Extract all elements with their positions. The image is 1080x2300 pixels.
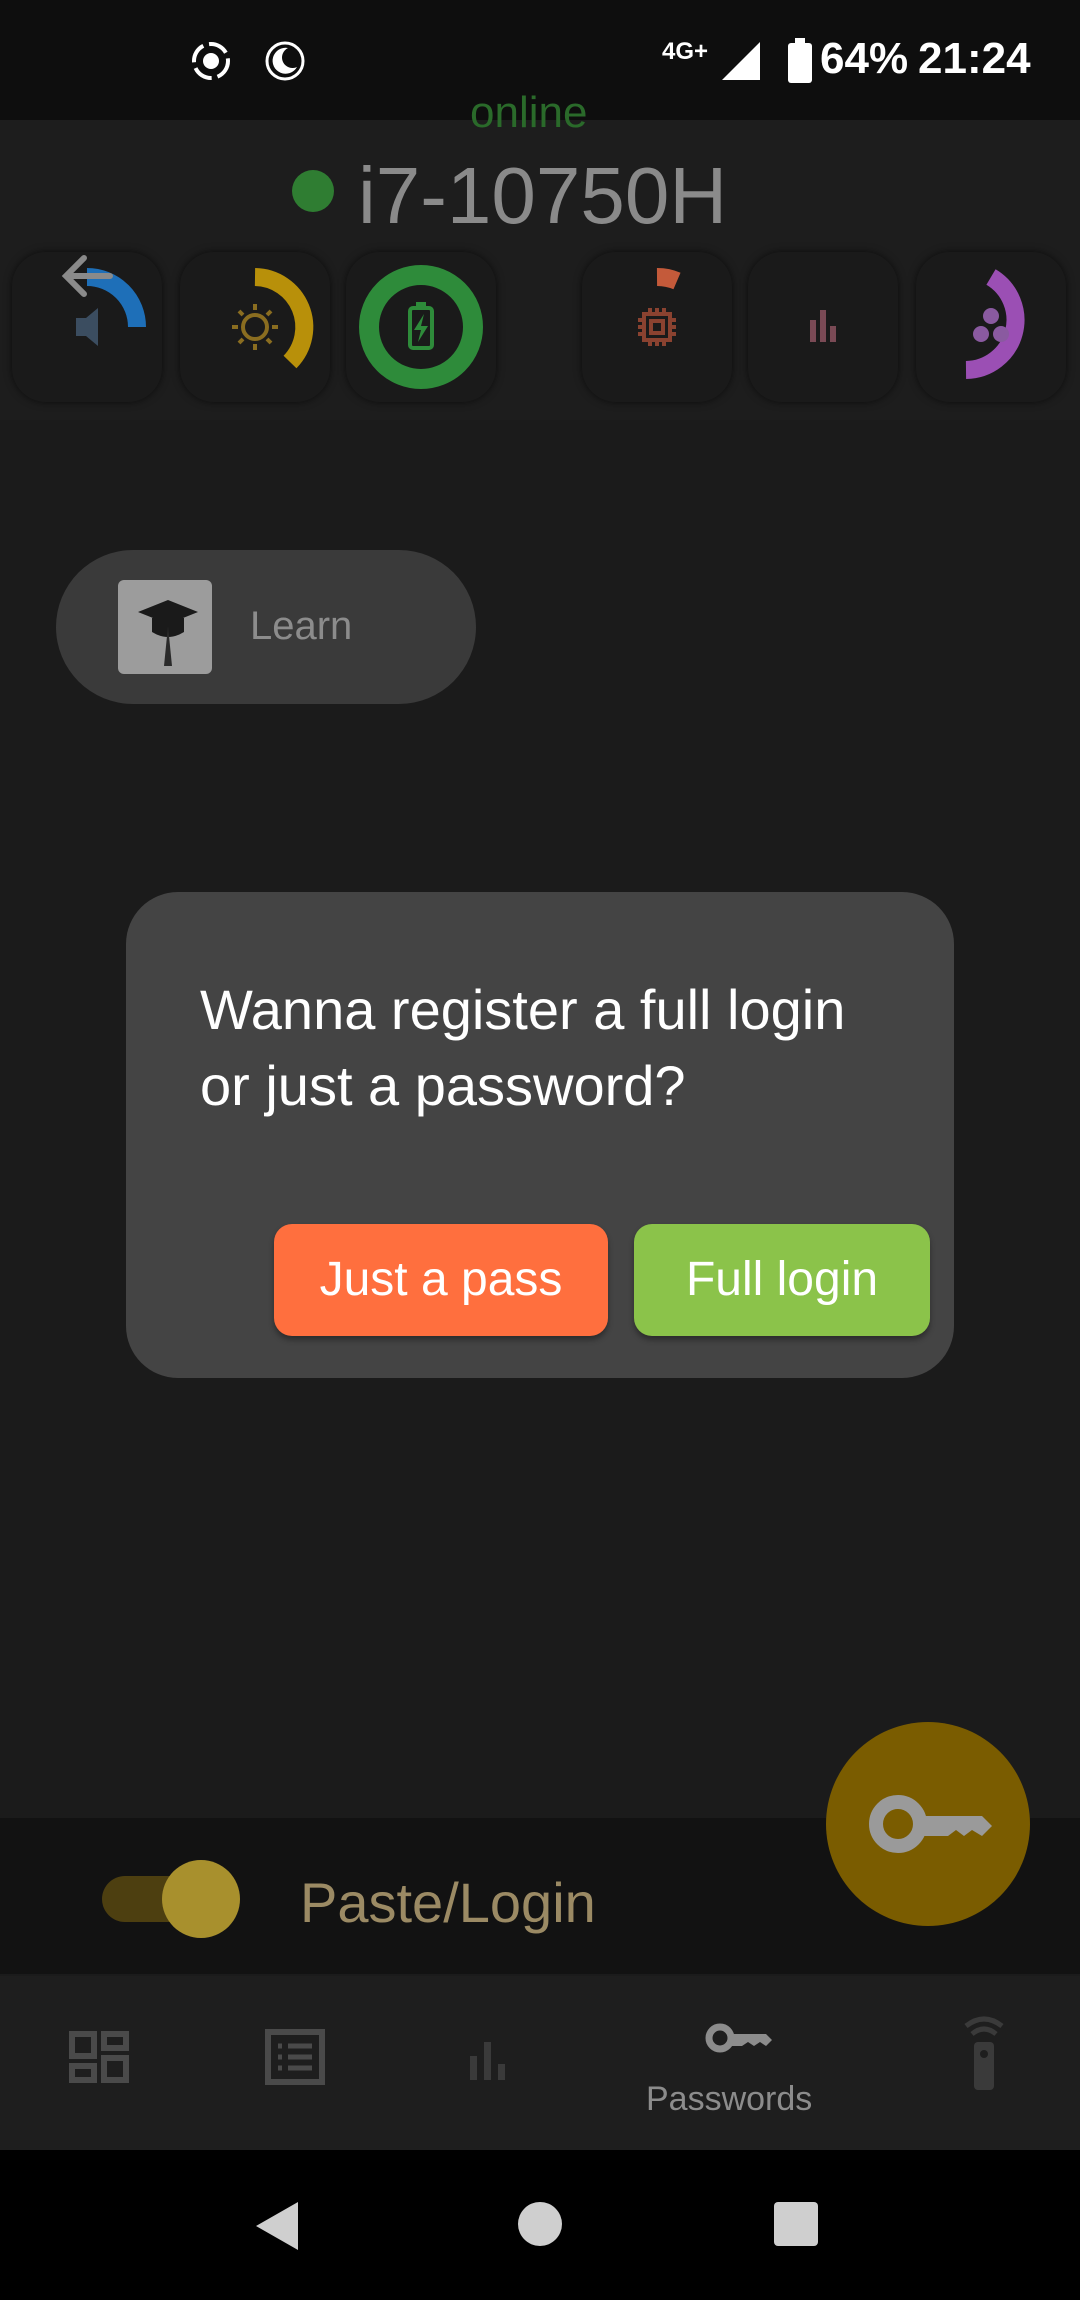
brightness-gauge[interactable] [180,252,330,402]
graduation-cap-icon [118,580,212,674]
full-login-button[interactable]: Full login [634,1224,930,1336]
just-a-pass-button[interactable]: Just a pass [274,1224,608,1336]
app-header: online i7-10750H [0,88,1080,420]
screen-record-icon [192,42,230,80]
dashboard-icon [69,2031,129,2083]
nav-passwords-label: Passwords [646,2080,813,2118]
dialog-message: Wanna register a full login or just a pa… [200,978,846,1117]
key-icon [869,1795,992,1853]
stats-gauge[interactable] [748,252,898,402]
learn-button[interactable]: Learn [56,550,476,704]
connection-status: online [470,88,588,137]
system-navigation-bar [0,2150,1080,2300]
add-password-fab[interactable] [826,1722,1030,1926]
back-triangle-icon[interactable] [252,2200,302,2252]
learn-label: Learn [250,604,353,648]
battery-charging-icon [408,302,434,350]
bar-chart-icon [810,310,836,342]
register-dialog: Wanna register a full login or just a pa… [126,892,954,1378]
cpu-gauge[interactable] [582,252,732,402]
battery-gauge[interactable] [346,252,496,402]
online-indicator [292,170,334,212]
battery-icon [788,38,812,83]
back-arrow-icon[interactable] [58,246,118,306]
network-type: 4G+ [662,38,709,65]
remote-icon [964,2016,1004,2090]
cpu-chip-icon [638,308,676,346]
nav-list[interactable] [236,1976,356,2150]
clock: 21:24 [918,34,1031,83]
bar-chart-icon [470,2042,505,2080]
home-circle-icon[interactable] [516,2200,564,2248]
list-icon [265,2029,325,2085]
key-icon [705,2023,772,2053]
nav-stats[interactable] [432,1976,552,2150]
paste-login-label: Paste/Login [300,1871,596,1934]
host-name: i7-10750H [358,151,728,240]
bottom-navigation: Passwords [0,1976,1080,2150]
nav-dashboard[interactable] [40,1976,160,2150]
sun-icon [232,304,278,350]
nav-passwords[interactable] [640,1976,840,2150]
do-not-disturb-moon-icon [265,41,305,81]
nav-remote[interactable] [924,1976,1044,2150]
signal-icon [722,42,760,80]
recents-square-icon[interactable] [772,2200,820,2248]
switch-thumb[interactable] [162,1860,240,1938]
battery-percent: 64% [820,34,909,83]
processes-gauge[interactable] [916,252,1066,402]
circles-icon [973,308,1009,342]
speaker-icon [76,308,98,346]
